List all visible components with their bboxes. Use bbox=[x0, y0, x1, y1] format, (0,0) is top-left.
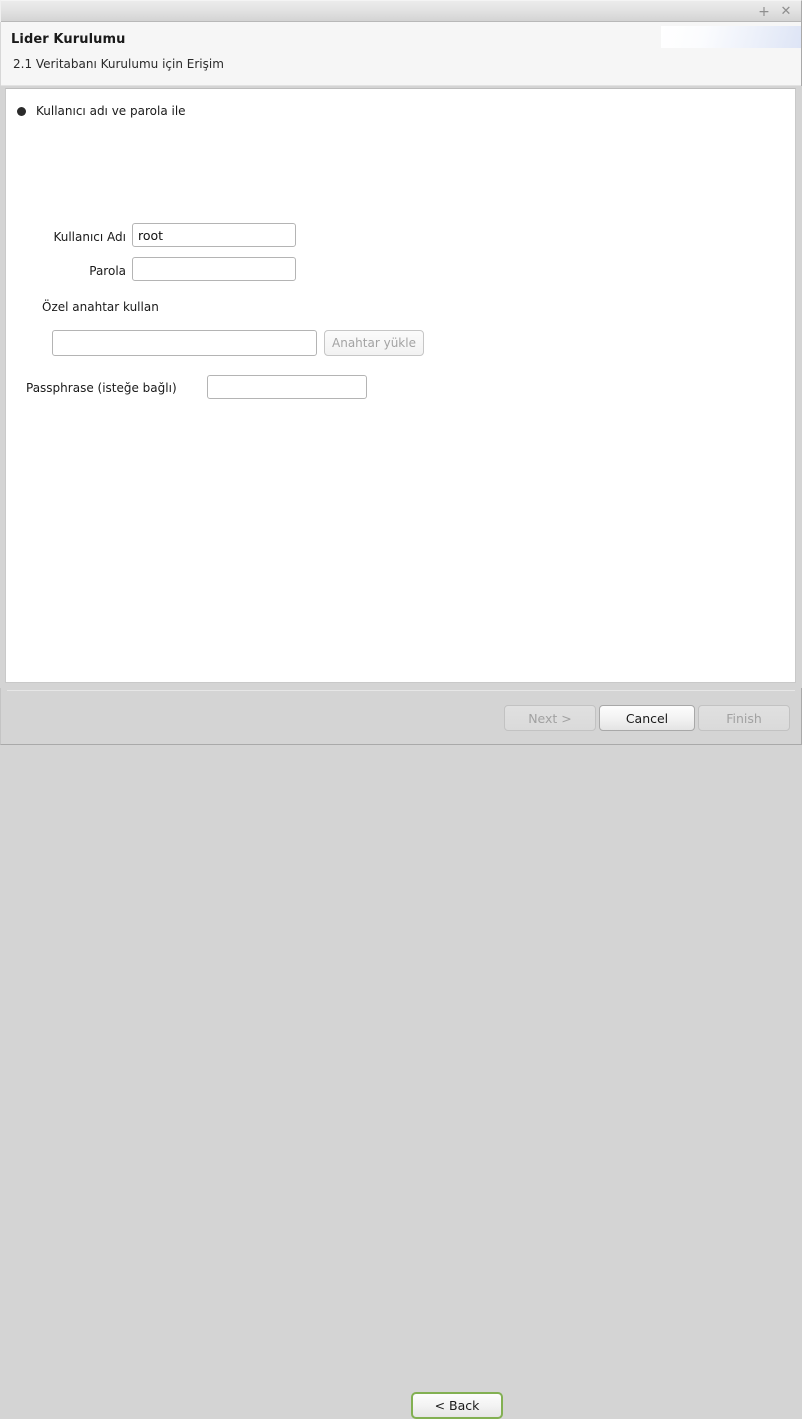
header-divider bbox=[1, 85, 801, 86]
wizard-header: Lider Kurulumu 2.1 Veritabanı Kurulumu i… bbox=[0, 22, 802, 86]
header-banner-graphic bbox=[661, 26, 801, 48]
wizard-footer: < Back Next > Cancel Finish bbox=[0, 688, 802, 1419]
passphrase-label: Passphrase (isteğe bağlı) bbox=[26, 381, 177, 395]
back-button[interactable]: < Back bbox=[411, 1392, 503, 1419]
radio-selected-icon bbox=[17, 106, 26, 116]
wizard-window: + ✕ Lider Kurulumu 2.1 Veritabanı Kurulu… bbox=[0, 0, 802, 1419]
content-panel: Kullanıcı adı ve parola ile Kullanıcı Ad… bbox=[5, 88, 796, 683]
key-path-input[interactable] bbox=[52, 330, 317, 356]
username-input[interactable] bbox=[132, 223, 296, 247]
page-subtitle: 2.1 Veritabanı Kurulumu için Erişim bbox=[13, 57, 224, 71]
passphrase-input[interactable] bbox=[207, 375, 367, 399]
private-key-section-label: Özel anahtar kullan bbox=[42, 300, 159, 314]
close-icon[interactable]: ✕ bbox=[776, 2, 796, 22]
auth-option-label: Kullanıcı adı ve parola ile bbox=[36, 104, 186, 118]
maximize-icon[interactable]: + bbox=[754, 2, 774, 22]
cancel-button[interactable]: Cancel bbox=[599, 705, 695, 731]
page-title: Lider Kurulumu bbox=[11, 32, 126, 47]
load-key-button[interactable]: Anahtar yükle bbox=[324, 330, 424, 356]
password-label: Parola bbox=[89, 264, 126, 278]
username-label: Kullanıcı Adı bbox=[53, 230, 126, 244]
finish-button[interactable]: Finish bbox=[698, 705, 790, 731]
password-input[interactable] bbox=[132, 257, 296, 281]
title-bar: + ✕ bbox=[0, 0, 802, 22]
auth-option-radio[interactable]: Kullanıcı adı ve parola ile bbox=[17, 104, 186, 118]
next-button[interactable]: Next > bbox=[504, 705, 596, 731]
footer-divider bbox=[7, 690, 795, 691]
